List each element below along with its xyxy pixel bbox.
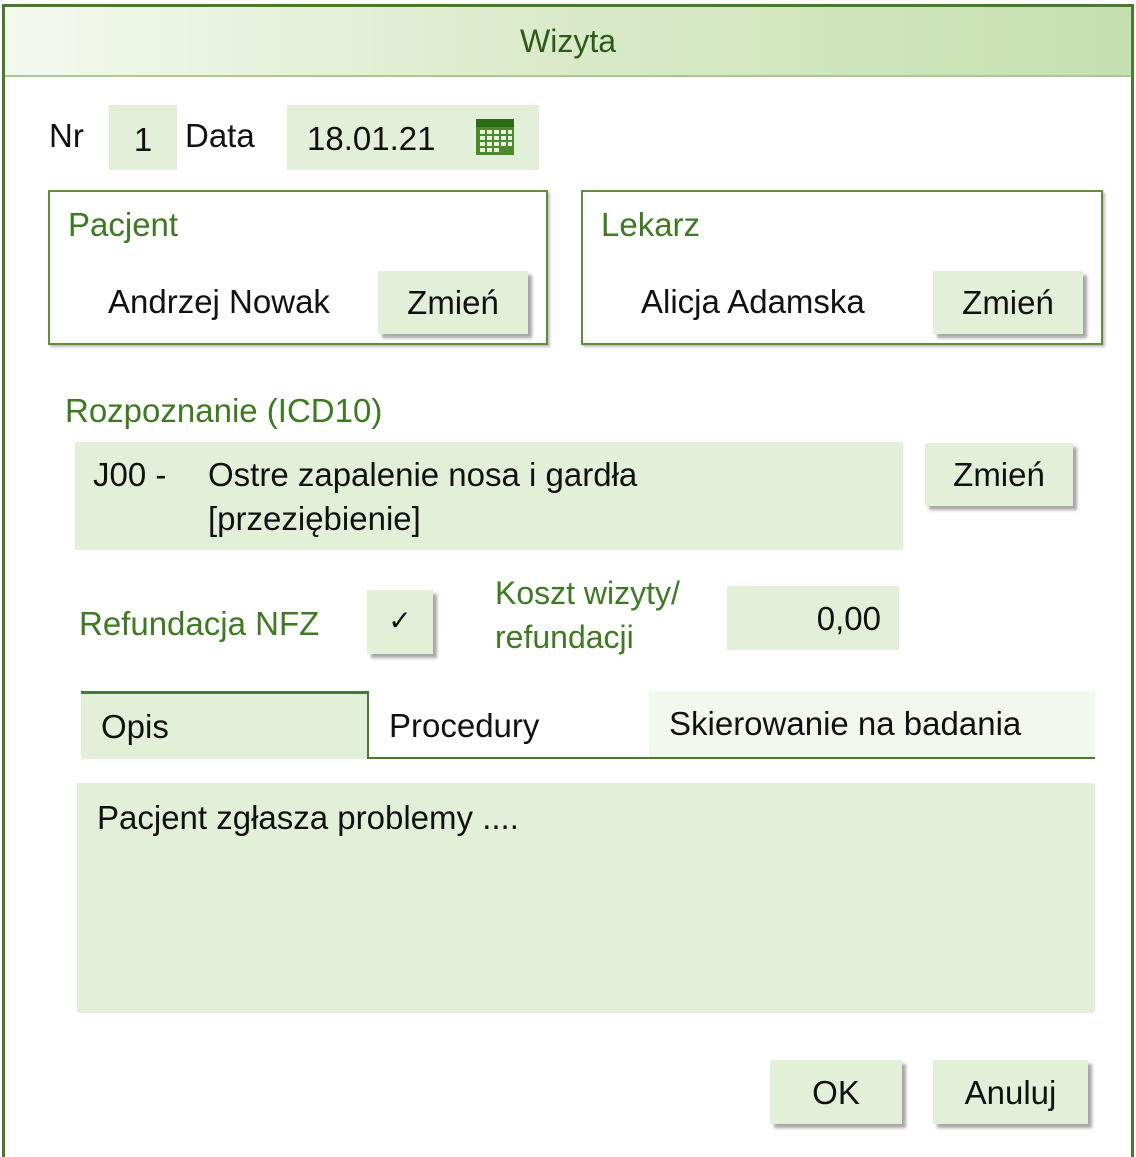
refund-checkbox[interactable]: ✓: [367, 590, 433, 654]
visit-dialog: Wizyta Nr 1 Data 18.01.21 Pacjent Andrze…: [2, 4, 1134, 1157]
diagnosis-description-line1: Ostre zapalenie nosa i gardła: [208, 456, 638, 493]
cancel-button[interactable]: Anuluj: [933, 1060, 1088, 1124]
nr-label: Nr: [49, 117, 84, 154]
cost-label-line2: refundacji: [495, 619, 634, 655]
window-title: Wizyta: [520, 23, 616, 59]
title-bar[interactable]: Wizyta: [5, 7, 1131, 77]
tab-bar: Opis Procedury Skierowanie na badania: [81, 691, 1095, 761]
refund-label: Refundacja NFZ: [79, 605, 320, 642]
change-patient-button[interactable]: Zmień: [378, 271, 528, 334]
patient-group-label: Pacjent: [68, 206, 179, 243]
date-value: 18.01.21: [307, 120, 436, 157]
tab-procedury[interactable]: Procedury: [367, 691, 649, 759]
tab-skierowanie[interactable]: Skierowanie na badania: [649, 691, 1095, 759]
change-diagnosis-button[interactable]: Zmień: [925, 443, 1073, 506]
patient-group: Pacjent Andrzej Nowak Zmień: [48, 190, 548, 345]
doctor-group: Lekarz Alicja Adamska Zmień: [581, 190, 1103, 345]
ok-button[interactable]: OK: [770, 1060, 902, 1124]
patient-name: Andrzej Nowak: [108, 283, 330, 320]
nr-field[interactable]: 1: [109, 105, 177, 170]
doctor-name: Alicja Adamska: [641, 283, 865, 320]
diagnosis-code: J00 -: [93, 456, 167, 493]
description-textarea[interactable]: Pacjent zgłasza problemy ....: [77, 783, 1095, 1013]
date-label: Data: [185, 117, 255, 154]
diagnosis-field[interactable]: J00 - Ostre zapalenie nosa i gardła [prz…: [75, 442, 903, 550]
cost-label-line1: Koszt wizyty/: [495, 575, 680, 611]
calendar-icon[interactable]: [475, 117, 515, 157]
diagnosis-description-line2: [przeziębienie]: [208, 500, 421, 537]
doctor-group-label: Lekarz: [601, 206, 701, 243]
cost-field[interactable]: 0,00: [727, 586, 899, 650]
change-doctor-button[interactable]: Zmień: [933, 271, 1083, 334]
date-field[interactable]: 18.01.21: [287, 105, 539, 170]
tab-opis[interactable]: Opis: [81, 691, 367, 759]
description-text: Pacjent zgłasza problemy ....: [97, 799, 519, 836]
diagnosis-label: Rozpoznanie (ICD10): [65, 392, 383, 429]
